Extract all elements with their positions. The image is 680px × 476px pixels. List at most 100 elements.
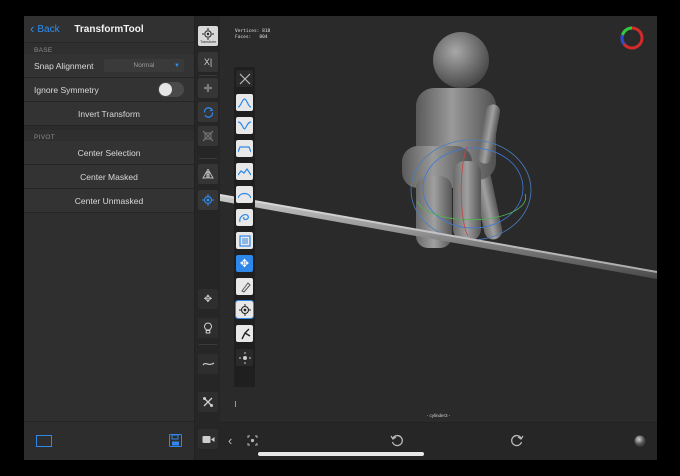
smooth-tool[interactable] <box>236 163 253 180</box>
brush-tool[interactable] <box>236 94 253 111</box>
fullscreen-icon[interactable] <box>36 434 52 447</box>
center-masked-button[interactable]: Center Masked <box>24 165 194 189</box>
snap-alignment-select[interactable]: Normal ▼ <box>104 59 184 72</box>
section-label-pivot: PIVOT <box>34 134 56 141</box>
save-icon[interactable] <box>169 434 182 447</box>
home-indicator <box>258 452 424 456</box>
move-brush-tool[interactable]: ✥ <box>236 255 253 272</box>
pinch-icon <box>240 328 250 339</box>
settings-icon <box>203 397 213 407</box>
rotate-button[interactable] <box>198 102 218 122</box>
toggle-knob <box>159 83 172 96</box>
flatten-tool[interactable] <box>236 186 253 203</box>
divider <box>199 344 217 345</box>
center-masked-label: Center Masked <box>80 171 138 182</box>
snap-alignment-label: Snap Alignment <box>34 60 94 71</box>
symmetry-x-button[interactable]: X| <box>198 52 218 72</box>
stroke-button[interactable] <box>198 354 218 374</box>
3d-viewport[interactable]: Vertices: 818 Faces: 804 - cylinder3 - <box>220 16 657 422</box>
camera-button[interactable] <box>198 429 218 449</box>
mesh-stats: Vertices: 818 Faces: 804 <box>235 29 270 40</box>
pan-button[interactable]: ✥ <box>198 289 218 309</box>
transform-label: Transform <box>200 40 216 44</box>
close-icon <box>239 73 250 84</box>
back-label: Back <box>37 23 60 35</box>
panel-bottom-bar <box>24 421 194 460</box>
back-button[interactable]: ‹ Back <box>30 21 60 36</box>
collapse-panel-icon[interactable]: ‹ <box>228 434 232 448</box>
symmetry-x-icon: X| <box>203 57 213 67</box>
invert-transform-label: Invert Transform <box>78 108 140 119</box>
pan-icon: ✥ <box>203 293 213 305</box>
transform-button[interactable]: Transform <box>198 26 218 46</box>
divider <box>199 75 217 76</box>
tool-settings-panel: ‹ Back TransformTool BASE Snap Alignment… <box>24 16 194 460</box>
move-icon: ✚ <box>203 82 213 95</box>
ignore-symmetry-toggle[interactable] <box>158 82 184 97</box>
crease-tool[interactable] <box>236 117 253 134</box>
scale-icon <box>202 130 214 142</box>
mirror-icon <box>202 169 214 179</box>
caret-down-icon: ▼ <box>174 62 180 69</box>
layer-icon <box>239 213 249 222</box>
scroll-marker <box>235 401 236 407</box>
transform-brush-icon <box>238 303 251 316</box>
ignore-symmetry-row: Ignore Symmetry <box>24 78 194 102</box>
palette-close-button[interactable] <box>236 70 253 87</box>
stroke-icon <box>202 362 214 366</box>
brush-palette: ✥ <box>234 67 255 387</box>
mask-icon <box>238 234 251 247</box>
pivot-button[interactable] <box>198 190 218 210</box>
center-unmasked-label: Center Unmasked <box>74 195 144 206</box>
object-name-label: - cylinder3 - <box>426 413 451 418</box>
light-button[interactable] <box>198 318 218 338</box>
more-tools-button[interactable] <box>236 349 253 366</box>
smooth-icon <box>238 167 251 175</box>
center-selection-button[interactable]: Center Selection <box>24 141 194 165</box>
paint-icon <box>240 281 251 293</box>
app-window: ‹ Back TransformTool BASE Snap Alignment… <box>24 16 657 460</box>
move-brush-icon: ✥ <box>239 258 250 270</box>
section-label-base: BASE <box>34 47 53 54</box>
redo-icon[interactable] <box>511 434 524 450</box>
rotate-icon <box>203 106 213 118</box>
divider <box>199 158 217 159</box>
transform-icon <box>202 28 214 40</box>
vertices-label: Vertices: <box>235 29 260 34</box>
layer-tool[interactable] <box>236 209 253 226</box>
paint-tool[interactable] <box>236 278 253 295</box>
pinch-tool[interactable] <box>236 325 253 342</box>
more-icon <box>238 351 251 364</box>
transform-brush-tool[interactable] <box>235 300 254 319</box>
camera-icon <box>202 435 214 443</box>
mask-tool[interactable] <box>236 232 253 249</box>
snap-alignment-row: Snap Alignment Normal ▼ <box>24 54 194 78</box>
ignore-symmetry-label: Ignore Symmetry <box>34 84 99 95</box>
undo-icon[interactable] <box>390 434 403 450</box>
snap-alignment-value: Normal <box>133 62 155 69</box>
pivot-icon <box>202 194 214 206</box>
matcap-sphere-icon[interactable] <box>634 435 646 450</box>
faces-count: 804 <box>259 34 268 40</box>
chevron-left-icon: ‹ <box>30 21 35 36</box>
invert-transform-button[interactable]: Invert Transform <box>24 102 194 126</box>
scale-button[interactable] <box>198 126 218 146</box>
move-button[interactable]: ✚ <box>198 78 218 98</box>
frame-selection-icon[interactable] <box>247 435 258 449</box>
orientation-gizmo[interactable] <box>619 25 645 56</box>
scene-render <box>220 32 657 279</box>
lightbulb-icon <box>204 322 212 334</box>
flatten-icon <box>238 192 251 198</box>
vertices-count: 818 <box>262 29 271 34</box>
inflate-icon <box>238 145 251 152</box>
center-unmasked-button[interactable]: Center Unmasked <box>24 189 194 213</box>
center-selection-label: Center Selection <box>77 147 141 158</box>
crease-icon <box>238 120 251 130</box>
panel-header: ‹ Back TransformTool <box>24 16 194 43</box>
transform-toolbar: Transform X| ✚ ✥ <box>194 16 221 460</box>
tools-settings-button[interactable] <box>198 392 218 412</box>
inflate-tool[interactable] <box>236 140 253 157</box>
mirror-button[interactable] <box>198 164 218 184</box>
faces-label: Faces: <box>235 34 252 40</box>
brush-icon <box>238 97 251 108</box>
